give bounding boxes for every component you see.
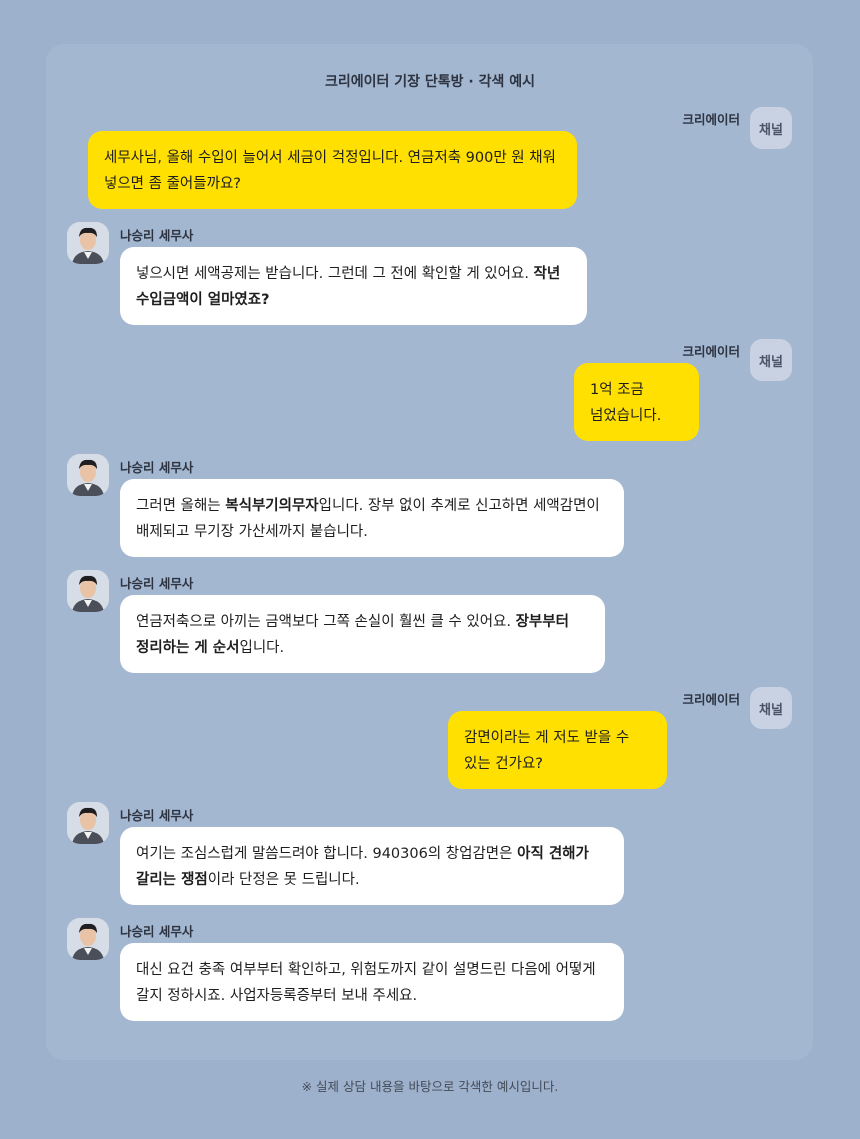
advisor-avatar[interactable] <box>67 802 109 844</box>
message-text: 입니다. <box>239 640 285 656</box>
message-text: 여기는 조심스럽게 말씀드려야 합니다. 940306의 창업감면은 <box>136 846 518 862</box>
advisor-portrait-icon <box>67 802 109 844</box>
advisor-portrait-icon <box>67 454 109 496</box>
sender-name-advisor: 나승리 세무사 <box>120 808 194 823</box>
footer-note: ※ 실제 상담 내용을 바탕으로 각색한 예시입니다. <box>301 1079 559 1094</box>
message-text: 대신 요건 충족 여부부터 확인하고, 위험도까지 같이 설명드린 다음에 어떻… <box>136 962 596 1004</box>
advisor-portrait-icon <box>67 570 109 612</box>
message-bubble-advisor[interactable]: 연금저축으로 아끼는 금액보다 그쪽 손실이 훨씬 클 수 있어요. 장부부터 … <box>120 595 605 673</box>
message-bubble-advisor[interactable]: 여기는 조심스럽게 말씀드려야 합니다. 940306의 창업감면은 아직 견해… <box>120 827 624 905</box>
message-bubble-advisor[interactable]: 넣으시면 세액공제는 받습니다. 그런데 그 전에 확인할 게 있어요. 작년 … <box>120 247 587 325</box>
message-bubble-client[interactable]: 세무사님, 올해 수입이 늘어서 세금이 걱정입니다. 연금저축 900만 원 … <box>88 131 577 209</box>
channel-avatar[interactable]: 채널 <box>750 687 792 729</box>
message-bubble-client[interactable]: 감면이라는 게 저도 받을 수 있는 건가요? <box>448 711 667 789</box>
channel-avatar[interactable]: 채널 <box>750 339 792 381</box>
advisor-avatar[interactable] <box>67 454 109 496</box>
message-bubble-client[interactable]: 1억 조금 넘었습니다. <box>574 363 699 441</box>
message-bubble-advisor[interactable]: 그러면 올해는 복식부기의무자입니다. 장부 없이 추계로 신고하면 세액감면이… <box>120 479 624 557</box>
advisor-portrait-icon <box>67 222 109 264</box>
message-text: 이라 단정은 못 드립니다. <box>207 872 360 888</box>
sender-name-client: 크리에이터 <box>682 692 740 707</box>
message-emphasis: 복식부기의무자 <box>225 498 319 514</box>
advisor-avatar[interactable] <box>67 918 109 960</box>
advisor-avatar[interactable] <box>67 222 109 264</box>
advisor-portrait-icon <box>67 918 109 960</box>
message-bubble-advisor[interactable]: 대신 요건 충족 여부부터 확인하고, 위험도까지 같이 설명드린 다음에 어떻… <box>120 943 624 1021</box>
sender-name-advisor: 나승리 세무사 <box>120 228 194 243</box>
sender-name-client: 크리에이터 <box>682 112 740 127</box>
sender-name-advisor: 나승리 세무사 <box>120 576 194 591</box>
chat-title: 크리에이터 기장 단톡방 · 각색 예시 <box>324 74 535 90</box>
message-text: 연금저축으로 아끼는 금액보다 그쪽 손실이 훨씬 클 수 있어요. <box>136 614 516 630</box>
advisor-avatar[interactable] <box>67 570 109 612</box>
message-text: 넣으시면 세액공제는 받습니다. 그런데 그 전에 확인할 게 있어요. <box>136 266 534 282</box>
sender-name-client: 크리에이터 <box>682 344 740 359</box>
sender-name-advisor: 나승리 세무사 <box>120 460 194 475</box>
channel-avatar[interactable]: 채널 <box>750 107 792 149</box>
sender-name-advisor: 나승리 세무사 <box>120 924 194 939</box>
message-text: 그러면 올해는 <box>136 498 226 514</box>
